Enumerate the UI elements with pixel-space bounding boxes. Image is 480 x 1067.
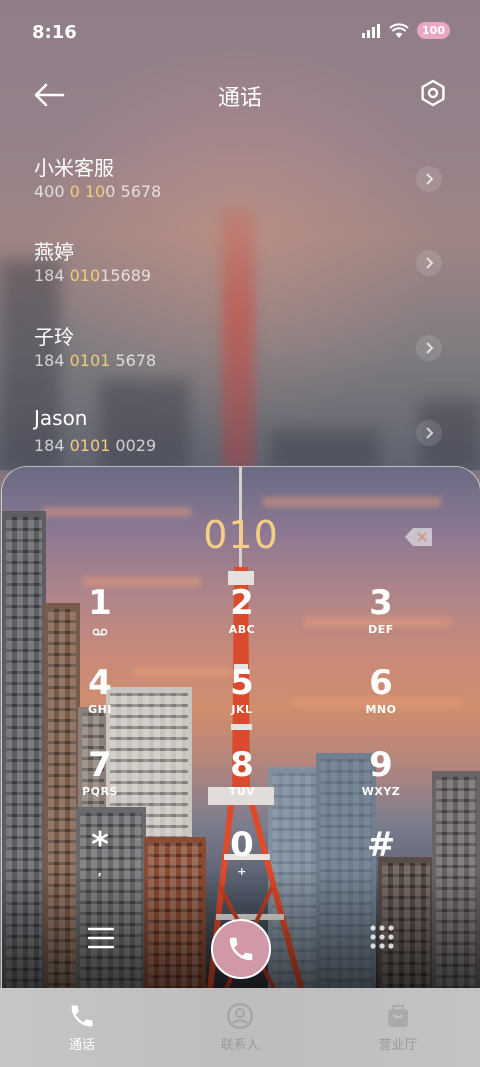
dial-key-6[interactable]: 6 MNO (336, 665, 426, 729)
tab-service-hall[interactable]: 营业厅 (318, 988, 478, 1067)
dial-key-2[interactable]: 2 ABC (197, 585, 287, 649)
signal-icon (362, 23, 381, 38)
contact-name: 燕婷 (34, 240, 74, 264)
list-item[interactable]: 燕婷 184 01015689 (0, 236, 480, 312)
chevron-right-icon (426, 342, 434, 354)
details-button[interactable] (416, 335, 442, 361)
dial-key-4[interactable]: 4 GHI (55, 665, 145, 729)
phone-icon (71, 1005, 93, 1027)
status-bar: 8:16 100 (0, 0, 480, 66)
dial-key-8[interactable]: 8 TUV (197, 747, 287, 811)
phone-icon (229, 937, 253, 961)
list-item[interactable]: 子玲 184 0101 5678 (0, 321, 480, 397)
header: 通话 (0, 70, 480, 120)
tab-label: 联系人 (220, 1038, 260, 1053)
tab-calls[interactable]: 通话 (2, 988, 162, 1067)
contact-number: 184 0101 5678 (34, 351, 157, 370)
details-button[interactable] (416, 250, 442, 276)
dial-key-7[interactable]: 7 PQRS (55, 747, 145, 811)
contact-name: 小米客服 (34, 156, 114, 180)
contact-number: 400 0 100 5678 (34, 182, 162, 201)
dial-key-star[interactable]: * , (55, 827, 145, 891)
status-icons: 100 (361, 22, 450, 39)
battery-indicator: 100 (417, 22, 450, 39)
dial-key-9[interactable]: 9 WXYZ (336, 747, 426, 811)
contact-name: Jason (34, 406, 88, 430)
contact-number: 184 01015689 (34, 266, 152, 285)
contact-name: 子玲 (34, 325, 74, 349)
chevron-right-icon (426, 257, 434, 269)
status-time: 8:16 (32, 22, 77, 43)
dialpad-toggle-icon[interactable] (368, 923, 396, 951)
voicemail-icon (92, 628, 108, 636)
menu-icon[interactable] (86, 925, 116, 951)
details-button[interactable] (416, 166, 442, 192)
tab-label: 通话 (68, 1038, 95, 1053)
chevron-right-icon (426, 173, 434, 185)
dial-key-hash[interactable]: # (336, 827, 426, 891)
contact-number: 184 0101 0029 (34, 436, 157, 455)
dial-key-1[interactable]: 1 (55, 585, 145, 649)
tab-label: 营业厅 (378, 1038, 418, 1053)
settings-icon[interactable] (418, 78, 448, 108)
bottom-tab-bar: 通话 联系人 营业厅 (0, 988, 480, 1067)
dialpad-panel: 010 1 2 ABC 3 DEF 4 GHI 5 JKL 6 MNO 7 PQ… (1, 466, 480, 1007)
dial-key-5[interactable]: 5 JKL (197, 665, 287, 729)
call-button[interactable] (211, 919, 271, 979)
dial-key-0[interactable]: 0 + (197, 827, 287, 891)
list-item[interactable]: 小米客服 400 0 100 5678 (0, 152, 480, 228)
person-icon (227, 1003, 253, 1029)
page-title: 通话 (217, 86, 262, 111)
dial-key-3[interactable]: 3 DEF (336, 585, 426, 649)
tab-contacts[interactable]: 联系人 (160, 988, 320, 1067)
backspace-icon[interactable] (404, 527, 434, 547)
wifi-icon (389, 22, 409, 38)
details-button[interactable] (416, 420, 442, 446)
chevron-right-icon (426, 427, 434, 439)
store-icon (388, 1005, 408, 1027)
